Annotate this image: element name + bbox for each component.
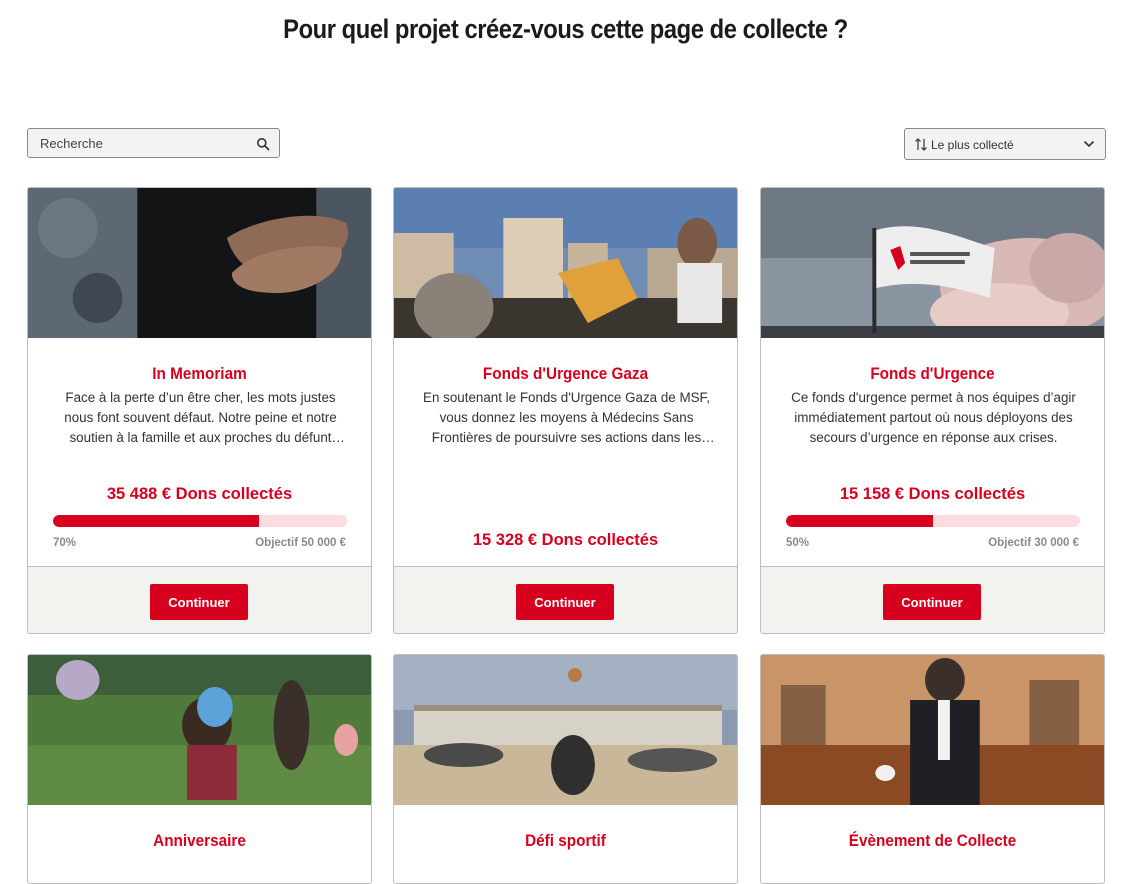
sort-select[interactable]: Le plus collecté bbox=[904, 128, 1106, 160]
continue-button[interactable]: Continuer bbox=[516, 584, 614, 620]
project-card-defi-sportif: Défi sportif bbox=[393, 654, 738, 884]
progress-percent: 70% bbox=[53, 537, 77, 549]
project-card-gaza: Fonds d'Urgence Gaza En soutenant le Fon… bbox=[393, 187, 738, 634]
progress-bar bbox=[786, 515, 1080, 527]
card-footer: Continuer bbox=[394, 566, 737, 633]
chevron-down-icon bbox=[1083, 140, 1095, 148]
card-title: Évènement de Collecte bbox=[848, 831, 1017, 850]
amount-collected: 15 328 € Dons collectés bbox=[472, 531, 659, 549]
card-image bbox=[394, 188, 737, 338]
sort-selected-label: Le plus collecté bbox=[931, 138, 1014, 152]
card-image bbox=[28, 188, 371, 338]
progress-percent: 50% bbox=[786, 537, 810, 549]
card-title: In Memoriam bbox=[152, 364, 247, 383]
search-field[interactable] bbox=[27, 128, 280, 158]
card-title: Fonds d'Urgence bbox=[870, 364, 995, 383]
card-description: En soutenant le Fonds d'Urgence Gaza de … bbox=[423, 390, 710, 445]
card-footer: Continuer bbox=[761, 566, 1104, 633]
page-title: Pour quel projet créez-vous cette page d… bbox=[283, 14, 848, 44]
card-footer: Continuer bbox=[28, 566, 371, 633]
amount-collected: 35 488 € Dons collectés bbox=[106, 485, 293, 503]
search-input[interactable] bbox=[38, 135, 252, 152]
progress-bar bbox=[53, 515, 347, 527]
progress-fill bbox=[53, 515, 259, 527]
goal-label: Objectif 30 000 € bbox=[988, 537, 1079, 549]
continue-button[interactable]: Continuer bbox=[150, 584, 248, 620]
project-card-anniversaire: Anniversaire bbox=[27, 654, 372, 884]
card-description: Ce fonds d'urgence permet à nos équipes … bbox=[791, 390, 1076, 445]
card-title: Anniversaire bbox=[153, 831, 246, 850]
progress-fill bbox=[786, 515, 933, 527]
search-icon[interactable] bbox=[256, 137, 270, 151]
continue-button[interactable]: Continuer bbox=[883, 584, 981, 620]
card-title: Défi sportif bbox=[525, 831, 606, 850]
card-title: Fonds d'Urgence Gaza bbox=[482, 364, 649, 383]
project-card-in-memoriam: In Memoriam Face à la perte d’un être ch… bbox=[27, 187, 372, 634]
card-image bbox=[394, 655, 737, 805]
project-card-evenement: Évènement de Collecte bbox=[760, 654, 1105, 884]
sort-arrows-icon bbox=[915, 138, 927, 151]
amount-collected: 15 158 € Dons collectés bbox=[839, 485, 1026, 503]
card-image bbox=[761, 188, 1104, 338]
goal-label: Objectif 50 000 € bbox=[255, 537, 346, 549]
card-description: Face à la perte d’un être cher, les mots… bbox=[64, 390, 337, 445]
project-card-fonds-urgence: Fonds d'Urgence Ce fonds d'urgence perme… bbox=[760, 187, 1105, 634]
card-image bbox=[28, 655, 371, 805]
card-image bbox=[761, 655, 1104, 805]
